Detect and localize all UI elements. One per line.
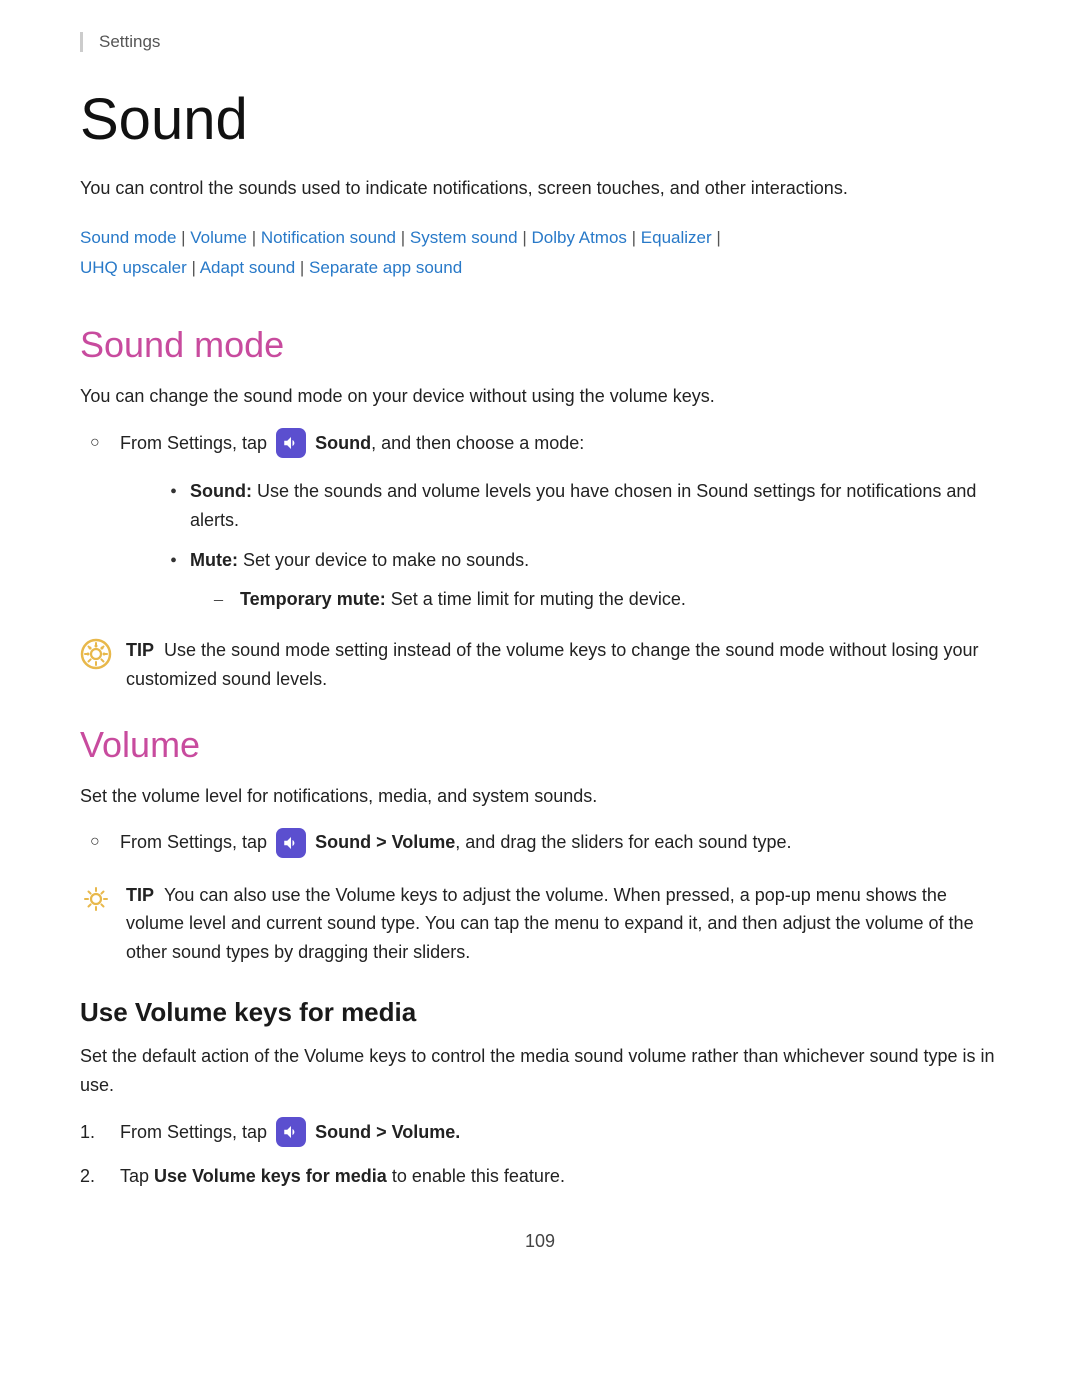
use-volume-keys-step-2: 2. Tap Use Volume keys for media to enab… [80,1162,1000,1191]
volume-main-instruction: From Settings, tap Sound > Volume, and d… [80,828,1000,858]
toc-links: Sound mode | Volume | Notification sound… [80,223,1000,284]
tip-icon-sound-mode [80,638,112,670]
sound-mode-heading: Sound mode [80,324,1000,366]
page-container: Settings Sound You can control the sound… [0,0,1080,1397]
use-volume-keys-heading: Use Volume keys for media [80,997,1000,1028]
toc-link-notification-sound[interactable]: Notification sound [261,228,396,247]
toc-link-volume[interactable]: Volume [190,228,247,247]
sound-mode-instructions: From Settings, tap Sound, and then choos… [80,429,1000,459]
toc-link-adapt-sound[interactable]: Adapt sound [200,258,295,277]
volume-description: Set the volume level for notifications, … [80,782,1000,811]
temp-mute-list: Temporary mute: Set a time limit for mut… [80,585,1000,614]
use-volume-keys-steps: 1. From Settings, tap Sound > Volume. 2.… [80,1118,1000,1191]
sound-mode-tip: TIP Use the sound mode setting instead o… [80,636,1000,694]
toc-link-uhq-upscaler[interactable]: UHQ upscaler [80,258,187,277]
sound-mode-main-instruction: From Settings, tap Sound, and then choos… [80,429,1000,459]
page-description: You can control the sounds used to indic… [80,174,1000,203]
temp-mute-item: Temporary mute: Set a time limit for mut… [200,585,1000,614]
sound-mode-description: You can change the sound mode on your de… [80,382,1000,411]
toc-link-dolby-atmos[interactable]: Dolby Atmos [531,228,626,247]
volume-settings-icon [276,828,306,858]
page-number: 109 [80,1231,1000,1252]
use-volume-keys-description: Set the default action of the Volume key… [80,1042,1000,1100]
volume-tip: TIP You can also use the Volume keys to … [80,881,1000,967]
sound-settings-icon [276,428,306,458]
sound-mode-sub-item-sound: Sound: Use the sounds and volume levels … [160,477,1000,535]
volume-instructions: From Settings, tap Sound > Volume, and d… [80,828,1000,858]
breadcrumb: Settings [80,32,1000,52]
toc-link-sound-mode[interactable]: Sound mode [80,228,176,247]
toc-link-system-sound[interactable]: System sound [410,228,518,247]
toc-link-equalizer[interactable]: Equalizer [641,228,712,247]
use-volume-keys-step-1: 1. From Settings, tap Sound > Volume. [80,1118,1000,1148]
use-volume-keys-step1-icon [276,1117,306,1147]
toc-link-separate-app-sound[interactable]: Separate app sound [309,258,462,277]
sound-mode-sub-item-mute: Mute: Set your device to make no sounds. [160,546,1000,575]
tip-icon-volume [80,883,112,915]
page-title: Sound [80,88,1000,152]
sound-mode-sub-list: Sound: Use the sounds and volume levels … [80,477,1000,575]
volume-heading: Volume [80,724,1000,766]
